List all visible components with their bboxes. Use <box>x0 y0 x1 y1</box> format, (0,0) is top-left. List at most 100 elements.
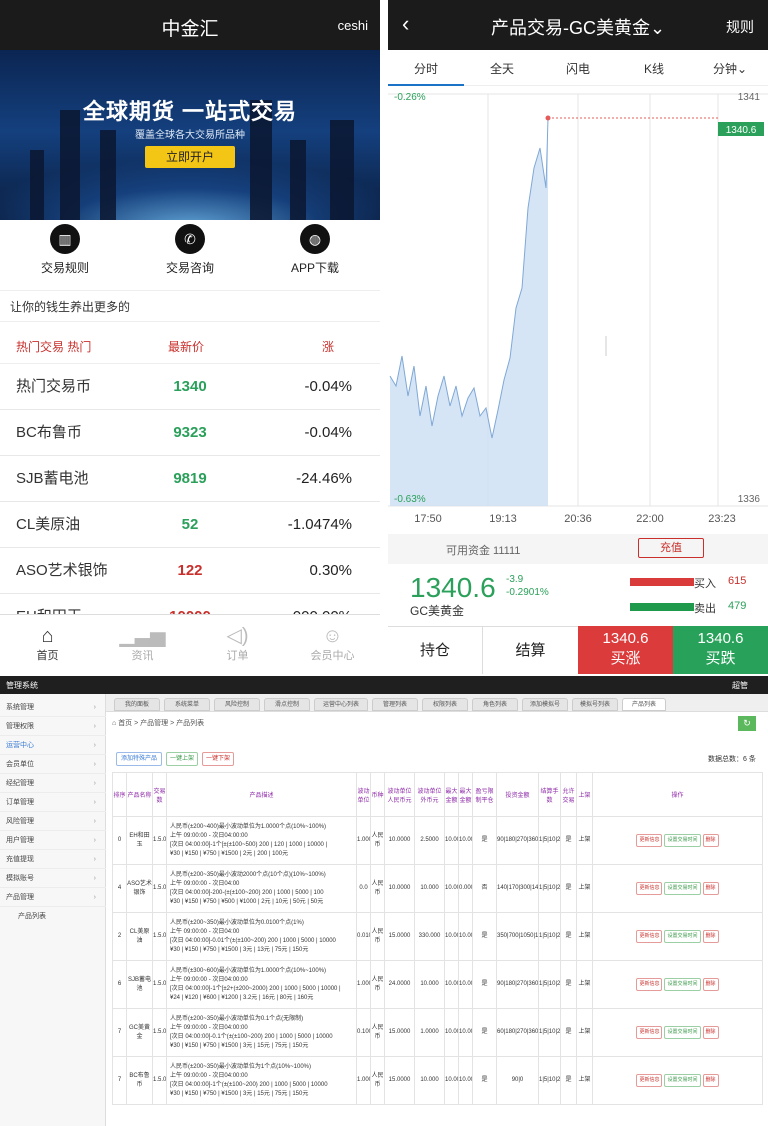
sidebar-item-label: 订单管理 <box>6 799 34 806</box>
table-header-cell: 投资金额 <box>496 772 539 817</box>
table-cell-max1: 10.000 <box>444 864 459 913</box>
col-change: 涨 <box>322 340 335 354</box>
delete-button[interactable]: 删除 <box>702 882 719 895</box>
sidebar-item[interactable]: 订单管理 › <box>0 793 106 812</box>
settlement-button[interactable]: 结算 <box>483 626 578 674</box>
market-name: SJB蓄电池 <box>16 470 89 487</box>
tab-minute[interactable]: 分钟⌄ <box>692 60 768 77</box>
promo-banner[interactable]: 全球期货 一站式交易 覆盖全球各大交易所品种 立即开户 <box>0 50 380 220</box>
chevron-icon: › <box>93 875 96 882</box>
refresh-button[interactable]: ↻ <box>738 716 756 731</box>
market-row[interactable]: SJB蓄电池 9819 -24.46% <box>0 456 380 502</box>
tab-all-day[interactable]: 全天 <box>464 60 540 77</box>
sidebar-item[interactable]: 充值提现 › <box>0 850 106 869</box>
admin-tab[interactable]: 模拟号列表 <box>572 698 618 711</box>
admin-tab[interactable]: 我的面板 <box>114 698 160 711</box>
market-row[interactable]: 热门交易币 1340 -0.04% <box>0 364 380 410</box>
table-cell-name: EH和田玉 <box>126 816 153 865</box>
admin-tab[interactable]: 角色列表 <box>472 698 518 711</box>
market-row[interactable]: CL美原油 52 -1.0474% <box>0 502 380 548</box>
sidebar-item[interactable]: 用户管理 › <box>0 831 106 850</box>
sidebar-item[interactable]: 会员单位 › <box>0 755 106 774</box>
nav-member[interactable]: ☺ 会员中心 <box>285 625 380 663</box>
quick-link-trade-rules[interactable]: ▥ 交易规则 <box>15 224 115 276</box>
sidebar-item[interactable]: 经纪管理 › <box>0 774 106 793</box>
delete-button[interactable]: 删除 <box>702 930 719 943</box>
buy-label: 买入 <box>694 578 716 590</box>
table-cell-shelf: 上架 <box>576 816 593 865</box>
set-trade-time-button[interactable]: 设置交易时间 <box>664 978 701 991</box>
quick-link-consult[interactable]: ✆ 交易咨询 <box>140 224 240 276</box>
set-trade-time-button[interactable]: 设置交易时间 <box>664 930 701 943</box>
bulk-list-button[interactable]: 一键上架 <box>166 752 198 766</box>
username[interactable]: ceshi <box>338 18 368 33</box>
table-cell-desc: 人民币(±300~600)最小波动单位为1.0000个点(10%~100%) 上… <box>166 960 357 1009</box>
update-info-button[interactable]: 更新信息 <box>636 882 663 895</box>
update-info-button[interactable]: 更新信息 <box>636 834 663 847</box>
update-info-button[interactable]: 更新信息 <box>636 930 663 943</box>
bulk-delist-button[interactable]: 一键下架 <box>202 752 234 766</box>
admin-tab[interactable]: 系统菜单 <box>164 698 210 711</box>
market-row[interactable]: ASO艺术银饰 122 0.30% <box>0 548 380 594</box>
last-price-label: 1340.6 <box>726 125 757 136</box>
delete-button[interactable]: 删除 <box>702 1074 719 1087</box>
sidebar-item[interactable]: 系统管理 › <box>0 698 106 717</box>
buy-down-button[interactable]: 1340.6 买跌 <box>673 626 768 674</box>
table-cell-invest: 90|0 <box>496 1056 539 1105</box>
delete-button[interactable]: 删除 <box>702 978 719 991</box>
delete-button[interactable]: 删除 <box>702 1026 719 1039</box>
admin-tab[interactable]: 滑点控制 <box>264 698 310 711</box>
admin-tab[interactable]: 管理列表 <box>372 698 418 711</box>
chevron-icon: › <box>93 761 96 768</box>
price-chart[interactable]: 1340.6 -0.26% 1341 -0.63% 1336 17:50 19:… <box>388 86 768 526</box>
open-account-button[interactable]: 立即开户 <box>145 146 235 168</box>
sidebar-item[interactable]: 运营中心 › <box>0 736 106 755</box>
sidebar-item[interactable]: 产品管理 › <box>0 888 106 907</box>
update-info-button[interactable]: 更新信息 <box>636 978 663 991</box>
trade-actions: 持仓 结算 1340.6 买涨 1340.6 买跌 <box>388 626 768 674</box>
trade-title[interactable]: 产品交易-GC美黄金⌄ <box>388 14 768 40</box>
recharge-button[interactable]: 充值 <box>638 538 704 558</box>
update-info-button[interactable]: 更新信息 <box>636 1026 663 1039</box>
admin-tab[interactable]: 权限列表 <box>422 698 468 711</box>
table-cell-max2: 10.000 <box>458 1056 473 1105</box>
admin-user[interactable]: 超管 <box>732 680 748 691</box>
admin-tab[interactable]: 产品列表 <box>622 698 666 711</box>
quick-link-label: 交易规则 <box>40 261 89 275</box>
table-cell-lots: 1|5|10|20|25 <box>538 864 561 913</box>
nav-home[interactable]: ⌂ 首页 <box>0 625 95 663</box>
add-product-button[interactable]: 添加特殊产品 <box>116 752 162 766</box>
table-cell-invest: 90|180|270|360|900|1800 <box>496 816 539 865</box>
table-header-cell: 上架 <box>576 772 593 817</box>
chart-tabs: 分时 全天 闪电 K线 分钟⌄ <box>388 50 768 86</box>
admin-tab[interactable]: 风险控制 <box>214 698 260 711</box>
sidebar-item[interactable]: 产品列表 <box>0 907 106 926</box>
market-price: 1340 <box>173 378 207 395</box>
sidebar-item-label: 产品列表 <box>18 913 46 920</box>
nav-news[interactable]: ▁▃▅ 资讯 <box>95 625 190 663</box>
sidebar-item[interactable]: 模拟账号 › <box>0 869 106 888</box>
sidebar-item[interactable]: 风险管理 › <box>0 812 106 831</box>
tab-timeshare[interactable]: 分时 <box>388 60 464 86</box>
delete-button[interactable]: 删除 <box>702 834 719 847</box>
sidebar-item-label: 产品管理 <box>6 894 34 901</box>
admin-tab[interactable]: 添加模拟号 <box>522 698 568 711</box>
market-icon: ▁▃▅ <box>119 625 166 647</box>
set-trade-time-button[interactable]: 设置交易时间 <box>664 882 701 895</box>
admin-tab[interactable]: 运营中心列表 <box>314 698 368 711</box>
sidebar-item[interactable]: 管理权限 › <box>0 717 106 736</box>
rules-link[interactable]: 规则 <box>726 17 754 37</box>
set-trade-time-button[interactable]: 设置交易时间 <box>664 1026 701 1039</box>
table-cell-sort: 4 <box>112 864 127 913</box>
positions-button[interactable]: 持仓 <box>388 626 483 674</box>
set-trade-time-button[interactable]: 设置交易时间 <box>664 834 701 847</box>
market-row[interactable]: BC布鲁币 9323 -0.04% <box>0 410 380 456</box>
tab-minute-label: 分钟 <box>712 62 737 76</box>
set-trade-time-button[interactable]: 设置交易时间 <box>664 1074 701 1087</box>
tab-flash[interactable]: 闪电 <box>540 60 616 77</box>
nav-orders[interactable]: ◁) 订单 <box>190 625 285 663</box>
tab-kline[interactable]: K线 <box>616 60 692 77</box>
quick-link-app-download[interactable]: ◍ APP下载 <box>265 224 365 276</box>
buy-up-button[interactable]: 1340.6 买涨 <box>578 626 673 674</box>
update-info-button[interactable]: 更新信息 <box>636 1074 663 1087</box>
